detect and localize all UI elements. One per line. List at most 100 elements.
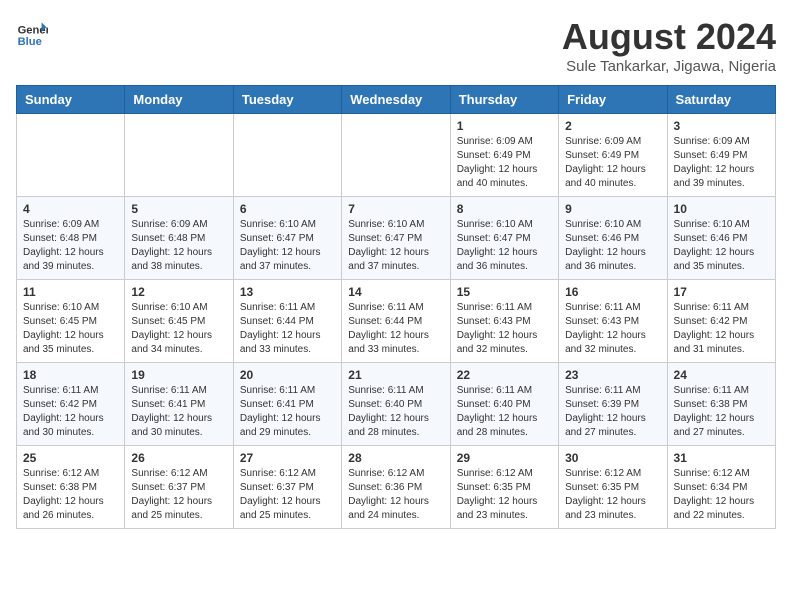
day-info: Sunrise: 6:12 AM Sunset: 6:35 PM Dayligh… — [457, 467, 552, 523]
calendar-cell: 29 Sunrise: 6:12 AM Sunset: 6:35 PM Dayli… — [450, 446, 558, 529]
day-info: Sunrise: 6:12 AM Sunset: 6:38 PM Dayligh… — [23, 467, 118, 523]
day-number: 31 — [674, 451, 769, 465]
calendar-cell: 28 Sunrise: 6:12 AM Sunset: 6:36 PM Dayli… — [342, 446, 450, 529]
day-info: Sunrise: 6:11 AM Sunset: 6:42 PM Dayligh… — [23, 384, 118, 440]
day-number: 1 — [457, 119, 552, 133]
day-number: 14 — [348, 285, 443, 299]
day-of-week-header: Wednesday — [342, 86, 450, 114]
calendar-cell: 27 Sunrise: 6:12 AM Sunset: 6:37 PM Dayli… — [233, 446, 341, 529]
calendar-cell: 12 Sunrise: 6:10 AM Sunset: 6:45 PM Dayli… — [125, 280, 233, 363]
day-info: Sunrise: 6:10 AM Sunset: 6:47 PM Dayligh… — [348, 218, 443, 274]
calendar-cell: 1 Sunrise: 6:09 AM Sunset: 6:49 PM Daylig… — [450, 114, 558, 197]
day-info: Sunrise: 6:10 AM Sunset: 6:45 PM Dayligh… — [23, 301, 118, 357]
day-number: 28 — [348, 451, 443, 465]
day-info: Sunrise: 6:12 AM Sunset: 6:35 PM Dayligh… — [565, 467, 660, 523]
svg-text:Blue: Blue — [18, 36, 42, 48]
day-info: Sunrise: 6:09 AM Sunset: 6:49 PM Dayligh… — [674, 135, 769, 191]
calendar-cell: 6Sunrise: 6:10 AM Sunset: 6:47 PM Daylig… — [233, 197, 341, 280]
calendar-cell — [125, 114, 233, 197]
calendar-cell: 2 Sunrise: 6:09 AM Sunset: 6:49 PM Daylig… — [559, 114, 667, 197]
calendar-week-row: 25 Sunrise: 6:12 AM Sunset: 6:38 PM Dayli… — [17, 446, 776, 529]
calendar-header-row: SundayMondayTuesdayWednesdayThursdayFrid… — [17, 86, 776, 114]
day-number: 24 — [674, 368, 769, 382]
day-info: Sunrise: 6:12 AM Sunset: 6:36 PM Dayligh… — [348, 467, 443, 523]
day-number: 12 — [131, 285, 226, 299]
logo: General Blue — [16, 16, 48, 48]
day-of-week-header: Tuesday — [233, 86, 341, 114]
calendar-cell: 22Sunrise: 6:11 AM Sunset: 6:40 PM Dayli… — [450, 363, 558, 446]
day-of-week-header: Friday — [559, 86, 667, 114]
calendar-cell: 10Sunrise: 6:10 AM Sunset: 6:46 PM Dayli… — [667, 197, 775, 280]
calendar-cell: 9Sunrise: 6:10 AM Sunset: 6:46 PM Daylig… — [559, 197, 667, 280]
day-info: Sunrise: 6:11 AM Sunset: 6:40 PM Dayligh… — [348, 384, 443, 440]
day-number: 29 — [457, 451, 552, 465]
day-of-week-header: Thursday — [450, 86, 558, 114]
calendar-cell: 18 Sunrise: 6:11 AM Sunset: 6:42 PM Dayli… — [17, 363, 125, 446]
calendar-cell: 4Sunrise: 6:09 AM Sunset: 6:48 PM Daylig… — [17, 197, 125, 280]
day-number: 17 — [674, 285, 769, 299]
calendar-cell: 5 Sunrise: 6:09 AM Sunset: 6:48 PM Daylig… — [125, 197, 233, 280]
day-info: Sunrise: 6:11 AM Sunset: 6:38 PM Dayligh… — [674, 384, 769, 440]
day-info: Sunrise: 6:12 AM Sunset: 6:37 PM Dayligh… — [131, 467, 226, 523]
day-info: Sunrise: 6:12 AM Sunset: 6:34 PM Dayligh… — [674, 467, 769, 523]
month-year: August 2024 — [562, 16, 776, 58]
day-number: 21 — [348, 368, 443, 382]
day-number: 23 — [565, 368, 660, 382]
calendar-cell: 7Sunrise: 6:10 AM Sunset: 6:47 PM Daylig… — [342, 197, 450, 280]
title-section: August 2024 Sule Tankarkar, Jigawa, Nige… — [562, 16, 776, 75]
day-info: Sunrise: 6:09 AM Sunset: 6:48 PM Dayligh… — [23, 218, 118, 274]
day-info: Sunrise: 6:09 AM Sunset: 6:49 PM Dayligh… — [457, 135, 552, 191]
calendar-week-row: 4Sunrise: 6:09 AM Sunset: 6:48 PM Daylig… — [17, 197, 776, 280]
day-number: 13 — [240, 285, 335, 299]
calendar-cell: 14Sunrise: 6:11 AM Sunset: 6:44 PM Dayli… — [342, 280, 450, 363]
day-info: Sunrise: 6:09 AM Sunset: 6:49 PM Dayligh… — [565, 135, 660, 191]
day-number: 22 — [457, 368, 552, 382]
calendar-cell: 19 Sunrise: 6:11 AM Sunset: 6:41 PM Dayli… — [125, 363, 233, 446]
day-of-week-header: Saturday — [667, 86, 775, 114]
day-number: 30 — [565, 451, 660, 465]
day-number: 5 — [131, 202, 226, 216]
day-number: 2 — [565, 119, 660, 133]
calendar-cell — [17, 114, 125, 197]
calendar-table: SundayMondayTuesdayWednesdayThursdayFrid… — [16, 85, 776, 529]
day-info: Sunrise: 6:10 AM Sunset: 6:47 PM Dayligh… — [457, 218, 552, 274]
calendar-cell: 21 Sunrise: 6:11 AM Sunset: 6:40 PM Dayli… — [342, 363, 450, 446]
day-number: 25 — [23, 451, 118, 465]
day-info: Sunrise: 6:10 AM Sunset: 6:47 PM Dayligh… — [240, 218, 335, 274]
day-number: 19 — [131, 368, 226, 382]
day-info: Sunrise: 6:11 AM Sunset: 6:44 PM Dayligh… — [240, 301, 335, 357]
day-of-week-header: Monday — [125, 86, 233, 114]
calendar-cell: 24 Sunrise: 6:11 AM Sunset: 6:38 PM Dayli… — [667, 363, 775, 446]
day-number: 20 — [240, 368, 335, 382]
day-number: 26 — [131, 451, 226, 465]
calendar-cell: 31 Sunrise: 6:12 AM Sunset: 6:34 PM Dayli… — [667, 446, 775, 529]
day-number: 18 — [23, 368, 118, 382]
day-number: 9 — [565, 202, 660, 216]
calendar-cell: 13 Sunrise: 6:11 AM Sunset: 6:44 PM Dayli… — [233, 280, 341, 363]
day-info: Sunrise: 6:12 AM Sunset: 6:37 PM Dayligh… — [240, 467, 335, 523]
day-info: Sunrise: 6:11 AM Sunset: 6:41 PM Dayligh… — [131, 384, 226, 440]
day-number: 10 — [674, 202, 769, 216]
day-info: Sunrise: 6:11 AM Sunset: 6:42 PM Dayligh… — [674, 301, 769, 357]
calendar-cell — [342, 114, 450, 197]
calendar-week-row: 18 Sunrise: 6:11 AM Sunset: 6:42 PM Dayli… — [17, 363, 776, 446]
calendar-cell: 8Sunrise: 6:10 AM Sunset: 6:47 PM Daylig… — [450, 197, 558, 280]
calendar-week-row: 1 Sunrise: 6:09 AM Sunset: 6:49 PM Daylig… — [17, 114, 776, 197]
day-number: 27 — [240, 451, 335, 465]
day-number: 11 — [23, 285, 118, 299]
calendar-cell: 20Sunrise: 6:11 AM Sunset: 6:41 PM Dayli… — [233, 363, 341, 446]
day-number: 3 — [674, 119, 769, 133]
calendar-cell: 25 Sunrise: 6:12 AM Sunset: 6:38 PM Dayli… — [17, 446, 125, 529]
logo-icon: General Blue — [16, 16, 48, 48]
calendar-cell: 3 Sunrise: 6:09 AM Sunset: 6:49 PM Daylig… — [667, 114, 775, 197]
day-info: Sunrise: 6:11 AM Sunset: 6:39 PM Dayligh… — [565, 384, 660, 440]
location: Sule Tankarkar, Jigawa, Nigeria — [562, 58, 776, 75]
calendar-cell — [233, 114, 341, 197]
calendar-cell: 30 Sunrise: 6:12 AM Sunset: 6:35 PM Dayli… — [559, 446, 667, 529]
day-info: Sunrise: 6:11 AM Sunset: 6:43 PM Dayligh… — [565, 301, 660, 357]
day-number: 15 — [457, 285, 552, 299]
day-info: Sunrise: 6:10 AM Sunset: 6:45 PM Dayligh… — [131, 301, 226, 357]
calendar-cell: 15Sunrise: 6:11 AM Sunset: 6:43 PM Dayli… — [450, 280, 558, 363]
calendar-cell: 16Sunrise: 6:11 AM Sunset: 6:43 PM Dayli… — [559, 280, 667, 363]
day-info: Sunrise: 6:09 AM Sunset: 6:48 PM Dayligh… — [131, 218, 226, 274]
